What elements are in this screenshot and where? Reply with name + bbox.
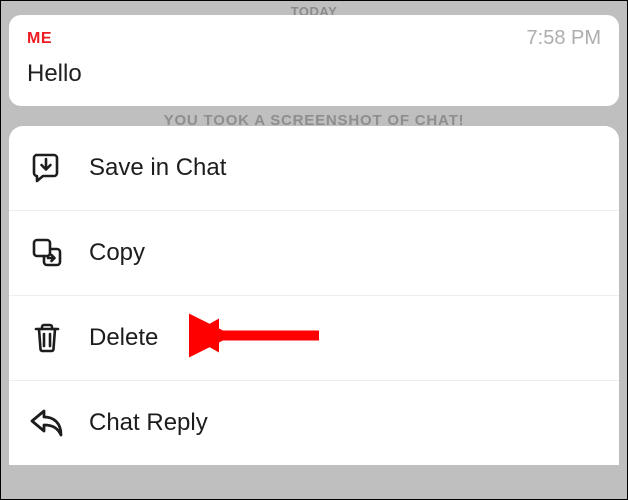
save-icon [29,150,65,186]
chat-reply-button[interactable]: Chat Reply [9,381,619,465]
action-label: Chat Reply [89,409,208,437]
message-header: ME 7:58 PM [27,27,601,50]
reply-icon [29,405,65,441]
message-text: Hello [27,60,601,88]
action-sheet: Save in Chat Copy [9,126,619,465]
arrow-annotation-icon [189,311,329,366]
save-in-chat-button[interactable]: Save in Chat [9,126,619,211]
copy-icon [29,235,65,271]
timestamp: 7:58 PM [527,27,601,50]
copy-button[interactable]: Copy [9,211,619,296]
action-label: Save in Chat [89,154,226,182]
action-label: Delete [89,324,158,352]
trash-icon [29,320,65,356]
action-label: Copy [89,239,145,267]
delete-button[interactable]: Delete [9,296,619,381]
sender-name: ME [27,30,52,48]
message-bubble[interactable]: ME 7:58 PM Hello [9,15,619,106]
